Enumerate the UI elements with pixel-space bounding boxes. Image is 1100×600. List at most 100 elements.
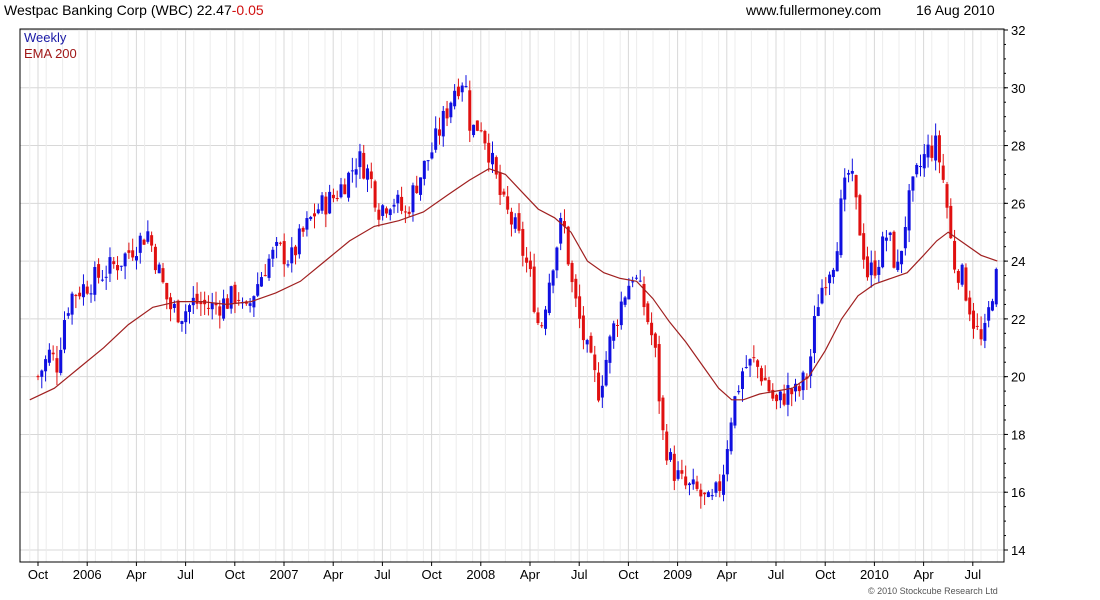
candle-body [854, 175, 858, 198]
candle-body [59, 349, 63, 373]
candle-body [172, 303, 176, 308]
candle-body [259, 277, 263, 287]
candle-body [544, 309, 548, 329]
x-tick-label: Oct [225, 567, 246, 582]
copyright: © 2010 Stockcube Research Ltd [868, 586, 998, 596]
candle-body [831, 269, 835, 278]
candle-body [195, 293, 199, 304]
candle-body [759, 368, 763, 382]
candle-body [737, 390, 741, 393]
y-tick-label: 18 [1011, 427, 1025, 442]
candle-body [358, 151, 362, 168]
candle-body [729, 422, 733, 452]
candle-body [320, 195, 324, 211]
candle-body [278, 242, 282, 244]
candle-body [51, 352, 55, 355]
candle-body [706, 492, 710, 498]
candle-body [150, 235, 154, 246]
candle-body [589, 335, 593, 353]
candle-body [653, 333, 657, 348]
y-tick-label: 20 [1011, 370, 1025, 385]
candle-body [210, 302, 214, 310]
candle-body [934, 135, 938, 161]
candle-body [369, 171, 373, 180]
candle-body [835, 251, 839, 272]
candle-body [350, 170, 354, 172]
x-tick-label: Apr [126, 567, 147, 582]
candle-body [873, 260, 877, 276]
candle-body [271, 249, 275, 259]
candle-body [89, 293, 93, 295]
candle-body [775, 394, 779, 402]
candle-body [574, 278, 578, 299]
candle-body [218, 306, 222, 316]
candle-body [460, 85, 464, 93]
candle-body [415, 185, 419, 194]
candle-body [275, 241, 279, 246]
candle-body [797, 386, 801, 392]
candle-body [956, 270, 960, 283]
candle-body [828, 274, 832, 284]
candle-body [839, 198, 843, 256]
y-tick-label: 22 [1011, 312, 1025, 327]
candle-body [475, 120, 479, 131]
candle-body [354, 169, 358, 175]
x-tick-label: 2007 [270, 567, 299, 582]
candle-body [74, 294, 78, 297]
candle-body [782, 393, 786, 405]
x-tick-label: Oct [815, 567, 836, 582]
candle-body [229, 286, 233, 309]
candle-body [487, 142, 491, 163]
candle-body [680, 470, 684, 474]
candle-body [112, 261, 116, 265]
y-tick-label: 30 [1011, 81, 1025, 96]
candle-body [237, 299, 241, 301]
candle-body [578, 296, 582, 319]
y-tick-label: 24 [1011, 254, 1025, 269]
candle-body [437, 129, 441, 136]
candle-body [718, 481, 722, 491]
candle-body [63, 320, 67, 350]
candle-body [263, 275, 267, 277]
candle-body [975, 325, 979, 327]
candle-body [536, 312, 540, 324]
candle-body [922, 154, 926, 169]
candle-body [343, 184, 347, 195]
candle-body [918, 166, 922, 168]
candle-body [676, 470, 680, 479]
candle-body [699, 489, 703, 497]
candle-body [540, 325, 544, 327]
candle-body [877, 266, 881, 275]
candle-body [960, 264, 964, 285]
candle-body [44, 359, 48, 372]
candle-body [123, 253, 127, 267]
x-tick-label: 2008 [466, 567, 495, 582]
candle-body [695, 481, 699, 489]
candle-body [824, 287, 828, 289]
candle-body [532, 266, 536, 312]
candle-body [597, 372, 601, 401]
candle-body [865, 256, 869, 278]
candle-body [953, 240, 957, 270]
candle-body [941, 165, 945, 180]
candle-body [847, 173, 851, 175]
y-tick-label: 16 [1011, 485, 1025, 500]
candle-body [146, 231, 150, 242]
candle-body [161, 268, 165, 283]
candle-body [131, 250, 135, 258]
candle-body [134, 256, 138, 261]
candle-body [600, 385, 604, 398]
candle-body [646, 303, 650, 323]
candle-body [188, 305, 192, 312]
candle-body [964, 267, 968, 301]
candle-body [869, 262, 873, 276]
x-tick-label: Apr [717, 567, 738, 582]
candle-body [81, 284, 85, 298]
candle-body [763, 377, 767, 381]
candle-body [138, 235, 142, 253]
x-tick-label: 2006 [73, 567, 102, 582]
candle-body [180, 321, 184, 324]
candle-body [206, 307, 210, 309]
candle-body [222, 298, 226, 319]
candle-body [165, 282, 169, 300]
